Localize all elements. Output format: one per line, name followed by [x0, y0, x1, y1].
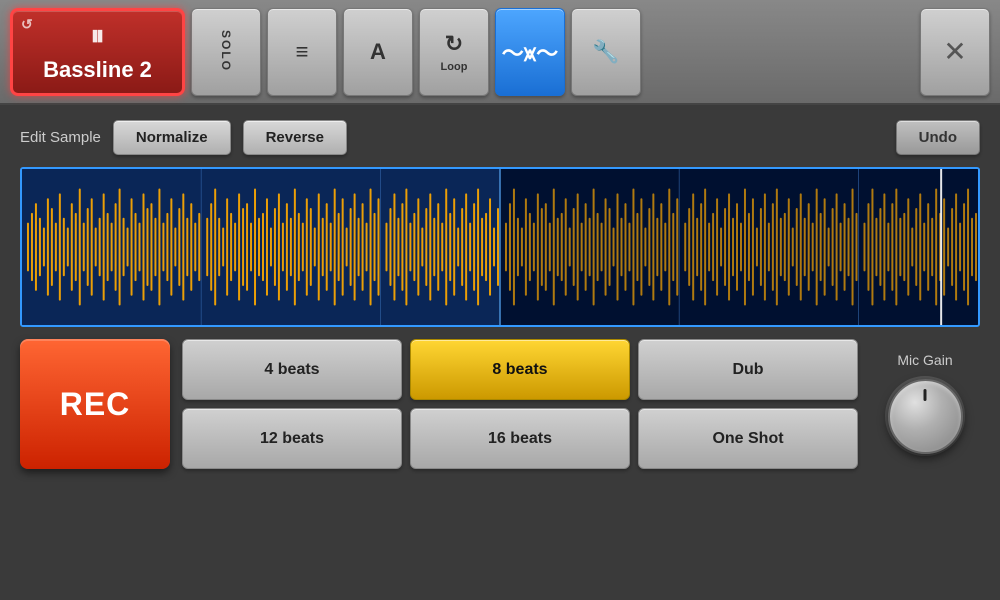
- 12beats-button[interactable]: 12 beats: [182, 408, 402, 469]
- loop-label: Loop: [441, 61, 468, 73]
- close-icon: ✕: [943, 35, 966, 68]
- a-label: A: [370, 39, 386, 65]
- loop-button[interactable]: ↻ Loop: [419, 8, 489, 96]
- wrench-button[interactable]: 🔧: [571, 8, 641, 96]
- edit-sample-row: Edit Sample Normalize Reverse Undo: [20, 120, 980, 155]
- mic-gain-label: Mic Gain: [897, 352, 952, 368]
- wrench-icon: 🔧: [592, 39, 619, 65]
- 8beats-button[interactable]: 8 beats: [410, 339, 630, 400]
- mic-gain-section: Mic Gain: [870, 339, 980, 469]
- app-container: ↺ ⏸ Bassline 2 SOLO ≡ A ↻ Loop 〜⩙〜 🔧 ✕: [0, 0, 1000, 600]
- pause-icon: ⏸: [90, 20, 104, 53]
- 4beats-button[interactable]: 4 beats: [182, 339, 402, 400]
- 16beats-button[interactable]: 16 beats: [410, 408, 630, 469]
- normalize-button[interactable]: Normalize: [113, 120, 231, 155]
- waveform-container[interactable]: [20, 167, 980, 327]
- bassline-button[interactable]: ↺ ⏸ Bassline 2: [10, 8, 185, 96]
- bottom-row: REC 4 beats 8 beats Dub 12 beats 16 beat…: [20, 339, 980, 469]
- wave-button[interactable]: 〜⩙〜: [495, 8, 565, 96]
- beat-grid: 4 beats 8 beats Dub 12 beats 16 beats On…: [182, 339, 858, 469]
- mic-gain-knob-container[interactable]: [885, 376, 965, 456]
- solo-button[interactable]: SOLO: [191, 8, 261, 96]
- lines-button[interactable]: ≡: [267, 8, 337, 96]
- reload-icon: ↺: [21, 16, 33, 33]
- wave-icon: 〜⩙〜: [502, 36, 558, 68]
- edit-sample-label: Edit Sample: [20, 129, 101, 146]
- bassline-label: Bassline 2: [43, 57, 152, 83]
- dub-button[interactable]: Dub: [638, 339, 858, 400]
- close-button[interactable]: ✕: [920, 8, 990, 96]
- undo-button[interactable]: Undo: [896, 120, 980, 155]
- a-button[interactable]: A: [343, 8, 413, 96]
- toolbar: ↺ ⏸ Bassline 2 SOLO ≡ A ↻ Loop 〜⩙〜 🔧 ✕: [0, 0, 1000, 105]
- rec-button[interactable]: REC: [20, 339, 170, 469]
- oneshot-button[interactable]: One Shot: [638, 408, 858, 469]
- solo-label: SOLO: [219, 30, 233, 72]
- waveform-display: [22, 169, 978, 325]
- mic-gain-knob[interactable]: [888, 379, 963, 454]
- lines-icon: ≡: [296, 39, 309, 65]
- loop-icon: ↻: [445, 31, 463, 57]
- reverse-button[interactable]: Reverse: [243, 120, 347, 155]
- main-content: Edit Sample Normalize Reverse Undo: [0, 105, 1000, 600]
